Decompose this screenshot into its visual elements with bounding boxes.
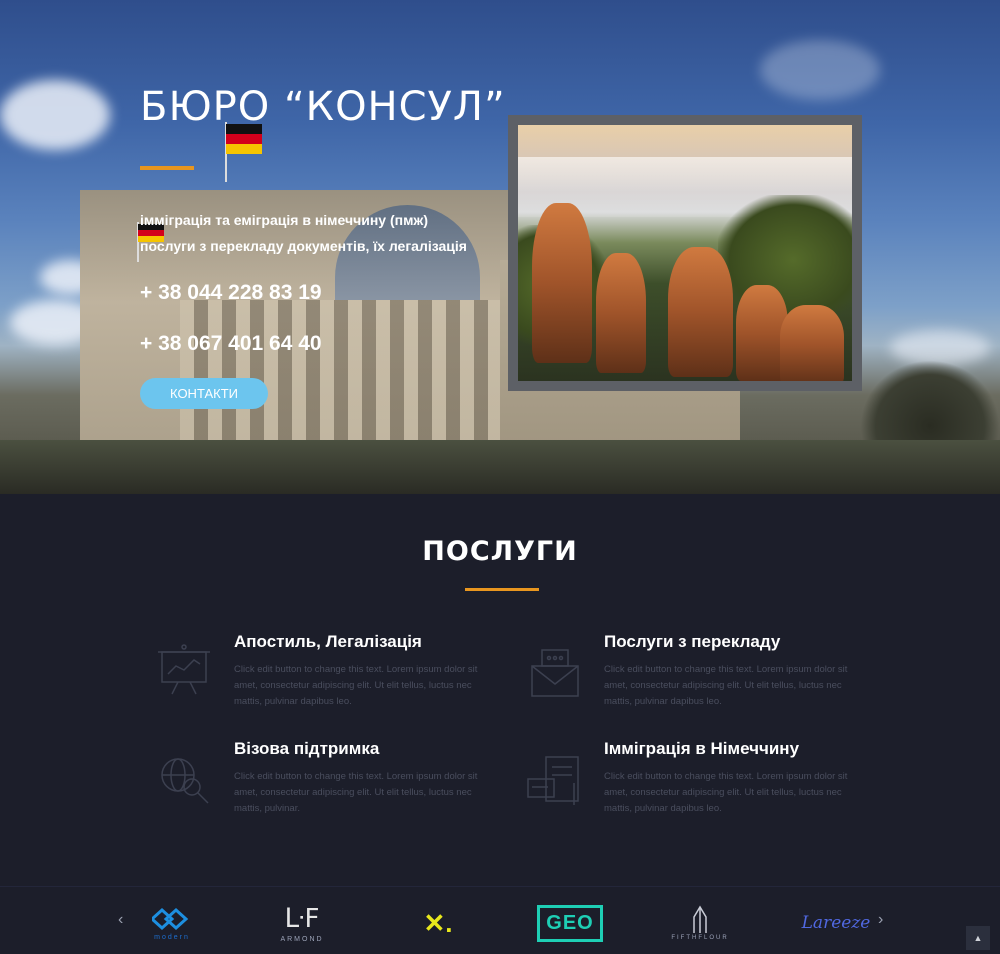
client-logo-armond[interactable]: ᒷF ARMOND xyxy=(270,899,334,947)
client-logo-lareeze[interactable]: Lareeze xyxy=(796,899,876,947)
logo-caption: ARMOND xyxy=(280,935,324,943)
carousel-prev-arrow[interactable]: ‹ xyxy=(118,911,123,929)
presentation-board-icon xyxy=(158,644,210,695)
service-description: Click edit button to change this text. L… xyxy=(604,664,848,707)
hero-tagline-1: імміграція та еміграція в німеччину (пмж… xyxy=(140,212,429,228)
logo-caption: modern xyxy=(154,933,190,941)
ground xyxy=(0,440,1000,494)
service-title: Послуги з перекладу xyxy=(604,632,781,651)
client-logo-fifthflour[interactable]: FIFTHFLOUR xyxy=(668,899,732,947)
globe-search-icon xyxy=(161,758,209,804)
landscape-photo-frame xyxy=(508,115,862,391)
armond-mark: ᒷF xyxy=(284,903,320,934)
service-title: Імміграція в Німеччину xyxy=(604,739,800,758)
hero-tagline-2: послуги з перекладу документів, їх легал… xyxy=(140,238,467,254)
rock-formation xyxy=(780,305,844,381)
services-title: ПОСЛУГИ xyxy=(422,536,578,567)
landscape-photo xyxy=(518,125,852,381)
building-columns xyxy=(180,300,520,450)
logo-caption: FIFTHFLOUR xyxy=(671,935,729,941)
tower-icon xyxy=(693,905,707,933)
service-title: Апостиль, Легалізація xyxy=(234,632,422,651)
cloud xyxy=(0,80,110,150)
service-item: Імміграція в Німеччину Click edit button… xyxy=(524,739,904,839)
service-item: Апостиль, Легалізація Click edit button … xyxy=(154,632,534,732)
services-section: ПОСЛУГИ Апостиль, Легалізація Click edit… xyxy=(0,494,1000,886)
services-underline xyxy=(465,588,539,591)
carousel-next-arrow[interactable]: › xyxy=(878,911,883,929)
rock-formation xyxy=(596,253,646,373)
rock-formation xyxy=(532,203,592,363)
x-logo-mark: ✕. xyxy=(423,907,453,938)
modern-logo-icon xyxy=(152,907,189,930)
geo-logo-mark: GEO xyxy=(537,904,603,942)
scroll-to-top-button[interactable]: ▲ xyxy=(966,926,990,950)
contacts-button[interactable]: КОНТАКТИ xyxy=(140,378,268,409)
phone-number-1[interactable]: + 38 044 228 83 19 xyxy=(140,281,322,305)
client-logo-x[interactable]: ✕. xyxy=(398,899,478,947)
cloud xyxy=(760,40,880,100)
lareeze-logo-mark: Lareeze xyxy=(801,913,871,933)
hero-section: БЮРО “КОНСУЛ” імміграція та еміграція в … xyxy=(0,0,1000,494)
title-underline xyxy=(140,166,194,170)
document-card-icon xyxy=(527,756,579,805)
service-description: Click edit button to change this text. L… xyxy=(234,771,478,814)
clients-carousel: ‹ modern ᒷF ARMOND ✕. GEO FIFTHFLOUR Lar… xyxy=(0,886,1000,954)
rock-formation xyxy=(668,247,733,377)
hero-title: БЮРО “КОНСУЛ” xyxy=(140,84,506,130)
client-logo-geo[interactable]: GEO xyxy=(537,899,603,947)
envelope-message-icon xyxy=(531,649,579,697)
service-item: Візова підтримка Click edit button to ch… xyxy=(154,739,534,839)
service-item: Послуги з перекладу Click edit button to… xyxy=(524,632,904,732)
service-title: Візова підтримка xyxy=(234,739,380,758)
client-logo-modern[interactable]: modern xyxy=(140,899,204,947)
service-description: Click edit button to change this text. L… xyxy=(604,771,848,814)
service-description: Click edit button to change this text. L… xyxy=(234,664,478,707)
phone-number-2[interactable]: + 38 067 401 64 40 xyxy=(140,332,322,356)
